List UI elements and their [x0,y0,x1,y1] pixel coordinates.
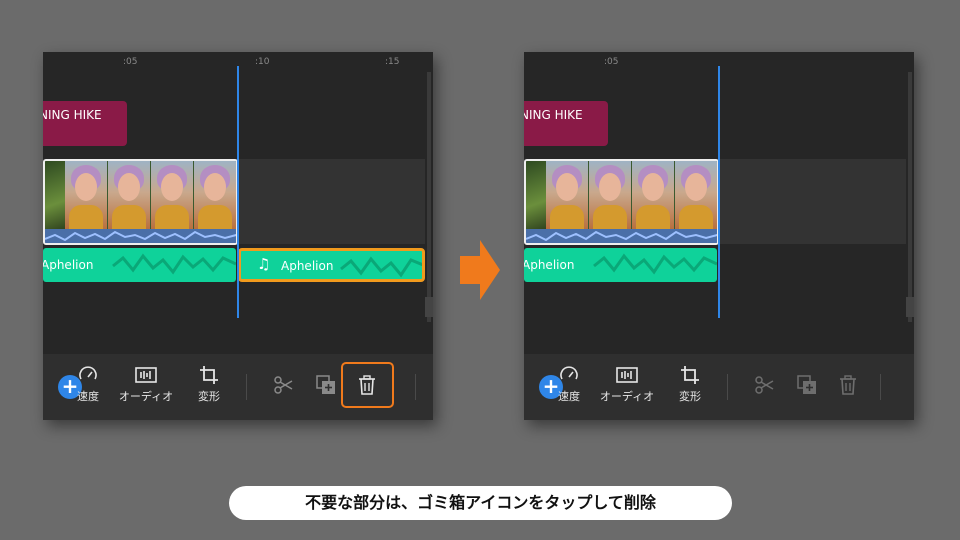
speed-tool[interactable]: 速度 [554,364,584,404]
music-clip-label: Aphelion [281,259,334,273]
crop-icon [200,366,218,384]
delete-button[interactable] [837,374,859,396]
audio-tool[interactable]: オーディオ [115,364,177,404]
split-button[interactable] [754,374,776,396]
duplicate-button[interactable] [315,374,337,396]
scissors-icon [274,376,293,394]
ruler-tick: :15 [385,57,400,67]
caption: 不要な部分は、ゴミ箱アイコンをタップして削除 [229,486,732,520]
transform-tool[interactable]: 変形 [672,364,708,404]
transform-label: 変形 [679,390,701,403]
divider [415,374,416,400]
scissors-icon [755,376,774,394]
bottom-toolbar: + 速度 オーディオ 変形 [524,354,914,420]
split-button[interactable] [273,374,295,396]
thumbnail [546,161,588,231]
audio-waveform-icon [616,367,638,383]
music-clip[interactable]: Aphelion [524,248,717,282]
music-clip-label: Aphelion [43,258,94,272]
thumbnail [589,161,631,231]
title-clip[interactable]: NING HIKE [43,101,127,146]
thumbnail [526,161,548,231]
playhead[interactable] [237,66,239,318]
music-clip-selected[interactable]: ♫ Aphelion [238,248,425,282]
title-clip[interactable]: NING HIKE [524,101,608,146]
thumbnail [108,161,150,231]
duplicate-button[interactable] [796,374,818,396]
trash-icon [840,375,856,395]
ruler-tick: :10 [255,57,270,67]
speed-label: 速度 [558,390,580,403]
audio-waveform-icon [135,367,157,383]
audio-label: オーディオ [118,390,174,403]
thumbnail [151,161,193,231]
title-clip-label: NING HIKE [43,108,102,122]
crop-icon [681,366,699,384]
title-clip-label: NING HIKE [524,108,583,122]
timeline-panel-after: :05 NING HIKE Aphelion + 速度 オーディオ 変形 [524,52,914,420]
video-clip[interactable] [524,159,719,245]
speed-label: 速度 [77,390,99,403]
arrow-right-icon [460,240,500,300]
duplicate-icon [316,375,335,394]
thumbnail [632,161,674,231]
transform-tool[interactable]: 変形 [191,364,227,404]
transform-label: 変形 [198,390,220,403]
clip-audio-waveform [45,229,236,243]
trash-highlight [341,362,394,408]
ruler-tick: :05 [123,57,138,67]
speed-icon [79,366,97,380]
divider [880,374,881,400]
scrollbar[interactable] [908,72,912,322]
thumbnail [675,161,717,231]
video-clip[interactable] [43,159,238,245]
scroll-thumb[interactable] [425,297,433,317]
duplicate-icon [797,375,816,394]
clip-audio-waveform [526,229,717,243]
thumbnail [45,161,67,231]
scroll-thumb[interactable] [906,297,914,317]
speed-icon [560,366,578,380]
divider [246,374,247,400]
ruler-tick: :05 [604,57,619,67]
divider [727,374,728,400]
thumbnail [65,161,107,231]
music-clip-label: Aphelion [524,258,575,272]
speed-tool[interactable]: 速度 [73,364,103,404]
music-clip[interactable]: Aphelion [43,248,236,282]
audio-tool[interactable]: オーディオ [596,364,658,404]
thumbnail [194,161,236,231]
scrollbar[interactable] [427,72,431,322]
playhead[interactable] [718,66,720,318]
audio-label: オーディオ [599,390,655,403]
music-note-icon: ♫ [257,255,271,273]
